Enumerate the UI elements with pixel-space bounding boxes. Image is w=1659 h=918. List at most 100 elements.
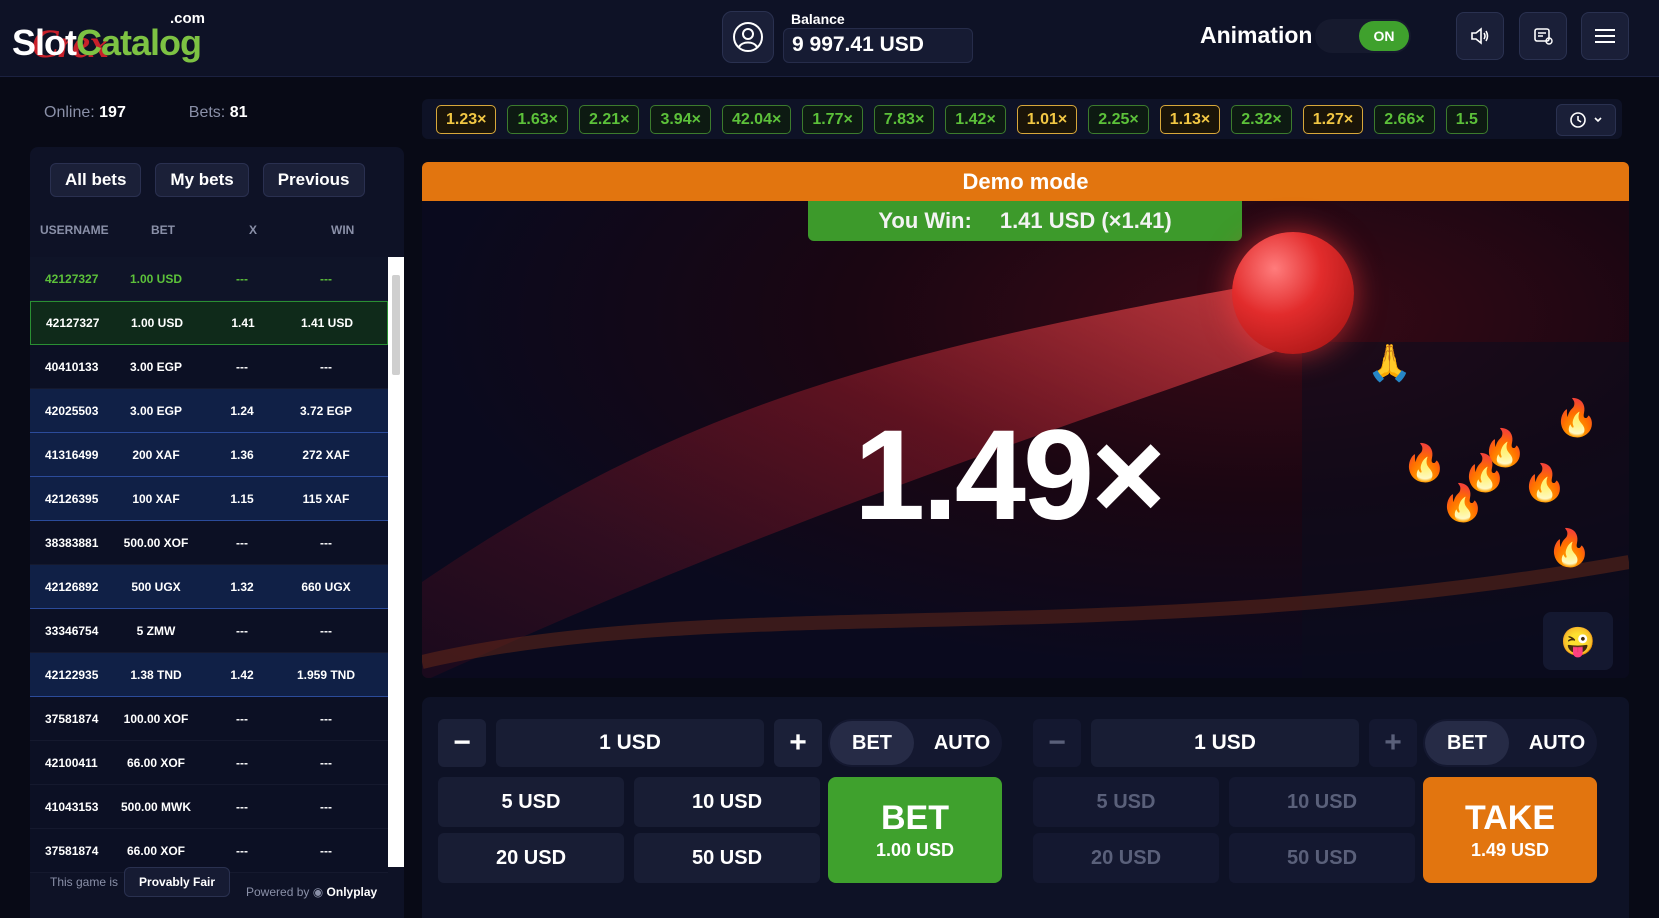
quick-bet-5[interactable]: 5 USD bbox=[1033, 777, 1219, 827]
place-bet-label: BET bbox=[881, 799, 949, 837]
row-username: 37581874 bbox=[45, 711, 99, 726]
row-bet: 66.00 XOF bbox=[126, 755, 186, 770]
bets-panel: All bets My bets Previous USERNAME BET X… bbox=[30, 147, 404, 918]
user-profile-button[interactable] bbox=[722, 11, 774, 63]
history-chip[interactable]: 3.94× bbox=[650, 105, 711, 134]
header: Crex SlotCatalog .com Balance 9 997.41 U… bbox=[0, 0, 1659, 77]
history-chip[interactable]: 42.04× bbox=[721, 105, 792, 134]
row-multiplier: --- bbox=[236, 799, 248, 814]
history-chip[interactable]: 1.42× bbox=[945, 105, 1006, 134]
demo-mode-banner: Demo mode bbox=[422, 162, 1629, 201]
row-multiplier: --- bbox=[236, 359, 248, 374]
history-chip[interactable]: 1.5 bbox=[1445, 105, 1488, 134]
quick-bet-50[interactable]: 50 USD bbox=[1229, 833, 1415, 883]
row-win: --- bbox=[320, 359, 332, 374]
quick-bet-20[interactable]: 20 USD bbox=[438, 833, 624, 883]
sound-button[interactable] bbox=[1456, 12, 1504, 60]
bets-table: 42127327 1.00 USD --- --- 42127327 1.00 USD 1.… bbox=[30, 257, 388, 873]
animation-toggle[interactable]: ON bbox=[1315, 19, 1411, 53]
row-username: 42122935 bbox=[45, 667, 99, 682]
decrease-bet-button[interactable]: − bbox=[438, 719, 486, 767]
balance-value: 9 997.41 USD bbox=[783, 28, 973, 63]
row-bet: 500.00 MWK bbox=[120, 799, 192, 814]
bet-mode-auto[interactable]: AUTO bbox=[1517, 721, 1597, 765]
take-button[interactable]: TAKE 1.49 USD bbox=[1423, 777, 1597, 883]
bet-amount-input[interactable]: 1 USD bbox=[496, 719, 764, 767]
bet-mode-switch: BET AUTO bbox=[1423, 719, 1597, 767]
current-multiplier: 1.49× bbox=[854, 404, 1166, 547]
menu-button[interactable] bbox=[1581, 12, 1629, 60]
table-row: 42100411 66.00 XOF --- --- bbox=[30, 741, 388, 785]
bet-panel-2: − 1 USD + BET AUTO 5 USD 10 USD 20 USD 5… bbox=[1033, 711, 1603, 911]
tab-all-bets[interactable]: All bets bbox=[50, 163, 142, 197]
row-win: 1.959 TND bbox=[296, 667, 356, 682]
history-chip[interactable]: 1.27× bbox=[1302, 105, 1364, 134]
quick-bet-10[interactable]: 10 USD bbox=[634, 777, 820, 827]
rules-button[interactable] bbox=[1519, 12, 1567, 60]
animation-label: Animation bbox=[1200, 22, 1313, 48]
increase-bet-button[interactable]: + bbox=[1369, 719, 1417, 767]
online-label: Online: bbox=[44, 104, 95, 121]
quick-bet-5[interactable]: 5 USD bbox=[438, 777, 624, 827]
row-win: 272 XAF bbox=[302, 447, 350, 462]
row-multiplier: 1.36 bbox=[230, 447, 254, 462]
history-chip[interactable]: 7.83× bbox=[873, 105, 935, 134]
bet-mode-bet[interactable]: BET bbox=[1425, 721, 1509, 765]
table-row: 42127327 1.00 USD 1.41 1.41 USD bbox=[30, 301, 388, 345]
bet-mode-bet[interactable]: BET bbox=[830, 721, 914, 765]
history-chip[interactable]: 1.23× bbox=[436, 105, 497, 134]
powered-by-label: Powered by bbox=[246, 885, 310, 899]
onlyplay-icon: ◉ bbox=[312, 885, 324, 899]
table-row: 42126395 100 XAF 1.15 115 XAF bbox=[30, 477, 388, 521]
row-bet: 100 XAF bbox=[132, 491, 180, 506]
row-win: --- bbox=[320, 535, 332, 550]
fire-emoji-icon: 🔥 bbox=[1402, 442, 1447, 483]
row-bet: 5 ZMW bbox=[136, 623, 176, 638]
footer-text: This game is bbox=[50, 875, 119, 889]
row-bet: 1.38 TND bbox=[130, 667, 182, 682]
decrease-bet-button[interactable]: − bbox=[1033, 719, 1081, 767]
quick-bet-10[interactable]: 10 USD bbox=[1229, 777, 1415, 827]
tab-previous[interactable]: Previous bbox=[262, 163, 365, 197]
history-chip[interactable]: 2.32× bbox=[1231, 105, 1292, 134]
pray-emoji-icon: 🙏 bbox=[1367, 342, 1412, 383]
take-label: TAKE bbox=[1464, 799, 1556, 837]
row-win: --- bbox=[320, 271, 332, 286]
history-chip[interactable]: 1.63× bbox=[507, 105, 568, 134]
row-bet: 500.00 XOF bbox=[123, 535, 189, 550]
history-chip[interactable]: 2.66× bbox=[1374, 105, 1435, 134]
place-bet-button[interactable]: BET 1.00 USD bbox=[828, 777, 1002, 883]
bets-scroll-thumb[interactable] bbox=[392, 275, 400, 375]
row-multiplier: 1.15 bbox=[230, 491, 254, 506]
chevron-down-icon bbox=[1594, 117, 1602, 123]
row-username: 42126892 bbox=[45, 579, 99, 594]
row-multiplier: 1.41 bbox=[231, 316, 255, 330]
row-multiplier: 1.42 bbox=[230, 667, 254, 682]
quick-bet-50[interactable]: 50 USD bbox=[634, 833, 820, 883]
bet-mode-auto[interactable]: AUTO bbox=[922, 721, 1002, 765]
row-username: 41043153 bbox=[45, 799, 99, 814]
row-win: 1.41 USD bbox=[300, 316, 354, 330]
history-chip[interactable]: 2.21× bbox=[578, 105, 640, 134]
slotcatalog-logo: Crex SlotCatalog .com bbox=[12, 10, 212, 66]
fire-emoji-icon: 🔥 bbox=[1440, 482, 1485, 523]
online-stats: Online: 197 Bets: 81 bbox=[44, 104, 247, 122]
row-bet: 3.00 EGP bbox=[129, 403, 183, 418]
history-chip[interactable]: 1.77× bbox=[802, 105, 863, 134]
table-row: 42122935 1.38 TND 1.42 1.959 TND bbox=[30, 653, 388, 697]
emoji-reaction-button[interactable]: 😜 bbox=[1543, 612, 1613, 670]
table-row: 40410133 3.00 EGP --- --- bbox=[30, 345, 388, 389]
row-bet: 3.00 EGP bbox=[129, 359, 183, 374]
row-multiplier: --- bbox=[236, 535, 248, 550]
history-dropdown-button[interactable] bbox=[1556, 104, 1616, 136]
quick-bet-20[interactable]: 20 USD bbox=[1033, 833, 1219, 883]
bet-amount-input[interactable]: 1 USD bbox=[1091, 719, 1359, 767]
provider-name: Onlyplay bbox=[326, 885, 378, 899]
history-chip[interactable]: 1.01× bbox=[1016, 105, 1078, 134]
provably-fair-button[interactable]: Provably Fair bbox=[124, 867, 231, 897]
history-chip[interactable]: 1.13× bbox=[1159, 105, 1221, 134]
row-username: 37581874 bbox=[45, 843, 99, 858]
tab-my-bets[interactable]: My bets bbox=[155, 163, 249, 197]
increase-bet-button[interactable]: + bbox=[774, 719, 822, 767]
history-chip[interactable]: 2.25× bbox=[1088, 105, 1149, 134]
